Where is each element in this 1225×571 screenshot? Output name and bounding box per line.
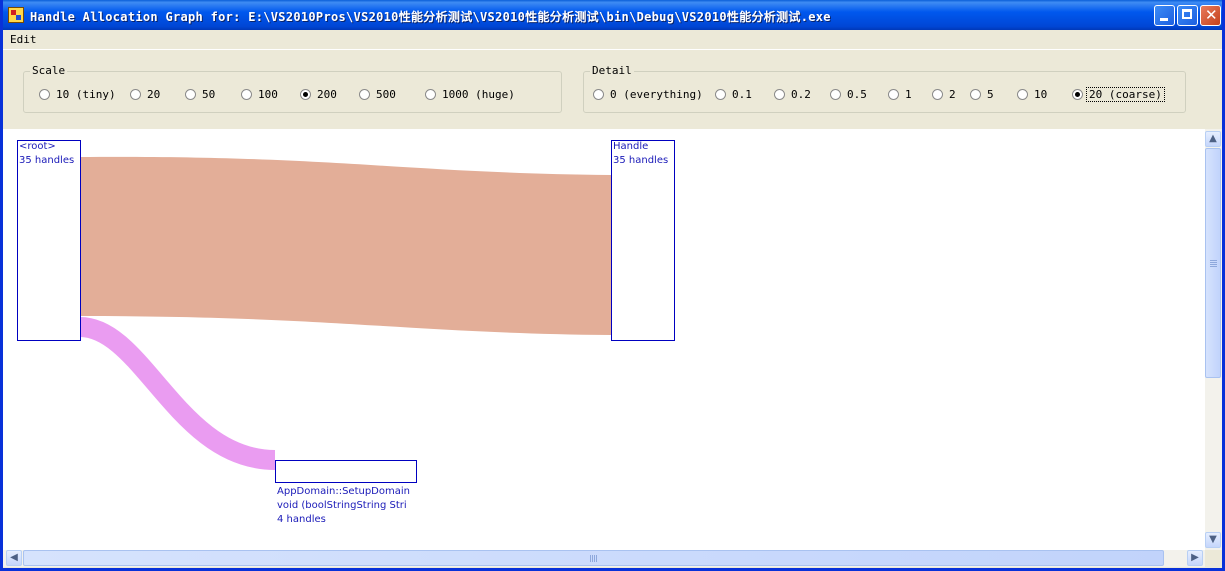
- radio-indicator: [359, 89, 370, 100]
- app-icon[interactable]: [8, 7, 24, 23]
- maximize-button[interactable]: [1177, 5, 1198, 26]
- grip-icon: [590, 555, 598, 562]
- maximize-icon: [1182, 9, 1192, 19]
- graph-canvas[interactable]: <root> 35 handles Handle 35 handles AppD…: [3, 129, 1205, 550]
- radio-indicator: [888, 89, 899, 100]
- radio-label: 20: [147, 88, 161, 101]
- radio-label: 10 (tiny): [56, 88, 116, 101]
- radio-indicator: [932, 89, 943, 100]
- radio-indicator: [130, 89, 141, 100]
- node-handle[interactable]: [611, 140, 675, 341]
- size-grip-icon[interactable]: [1205, 550, 1222, 567]
- minimize-icon: [1160, 18, 1168, 21]
- edge-root-to-handle[interactable]: [80, 156, 611, 335]
- radio-label: 20 (coarse): [1086, 87, 1165, 102]
- radio-label: 1000 (huge): [442, 88, 515, 101]
- radio-label: 0.1: [732, 88, 752, 101]
- radio-indicator: [425, 89, 436, 100]
- radio-indicator: [715, 89, 726, 100]
- radio-indicator: [185, 89, 196, 100]
- radio-indicator: [39, 89, 50, 100]
- graph-edges: [79, 156, 611, 470]
- scroll-up-arrow-icon[interactable]: ▲: [1205, 131, 1221, 147]
- radio-indicator: [830, 89, 841, 100]
- detail-legend: Detail: [590, 64, 634, 77]
- vertical-scrollbar[interactable]: ▲ ▼: [1205, 129, 1222, 550]
- edge-root-to-appdomain[interactable]: [79, 317, 276, 470]
- scale-legend: Scale: [30, 64, 68, 77]
- radio-label: 0.2: [791, 88, 811, 101]
- horizontal-scrollbar[interactable]: ◀ ▶: [3, 550, 1205, 567]
- radio-label: 5: [987, 88, 994, 101]
- radio-indicator: [593, 89, 604, 100]
- close-icon: ✕: [1205, 6, 1218, 24]
- radio-indicator-selected: [1072, 89, 1083, 100]
- radio-label: 2: [949, 88, 956, 101]
- radio-indicator: [970, 89, 981, 100]
- radio-indicator: [774, 89, 785, 100]
- window-title: Handle Allocation Graph for: E:\VS2010Pr…: [30, 10, 831, 24]
- menu-edit[interactable]: Edit: [10, 33, 37, 46]
- minimize-button[interactable]: [1154, 5, 1175, 26]
- radio-indicator: [241, 89, 252, 100]
- node-root-label: <root> 35 handles: [19, 141, 75, 166]
- radio-label: 200: [317, 88, 337, 101]
- scroll-left-arrow-icon[interactable]: ◀: [6, 550, 22, 566]
- radio-label: 100: [258, 88, 278, 101]
- title-bar[interactable]: Handle Allocation Graph for: E:\VS2010Pr…: [3, 0, 1222, 30]
- close-button[interactable]: ✕: [1200, 5, 1221, 26]
- radio-label: 0.5: [847, 88, 867, 101]
- radio-indicator-selected: [300, 89, 311, 100]
- scroll-right-arrow-icon[interactable]: ▶: [1187, 550, 1203, 566]
- scale-group: Scale 10 (tiny) 20 50 100 200 500 1000 (…: [23, 64, 562, 113]
- radio-label: 10: [1034, 88, 1048, 101]
- radio-label: 0 (everything): [610, 88, 703, 101]
- grip-icon: [1210, 259, 1217, 267]
- node-root[interactable]: [17, 140, 81, 341]
- vertical-scroll-thumb[interactable]: [1205, 148, 1221, 378]
- application-window: Handle Allocation Graph for: E:\VS2010Pr…: [0, 0, 1225, 571]
- radio-indicator: [1017, 89, 1028, 100]
- detail-group: Detail 0 (everything) 0.1 0.2 0.5 1 2 5 …: [583, 64, 1186, 113]
- options-panel: Scale 10 (tiny) 20 50 100 200 500 1000 (…: [3, 50, 1222, 129]
- node-appdomain-setupdomain[interactable]: [275, 460, 417, 483]
- radio-label: 50: [202, 88, 216, 101]
- node-handle-label: Handle 35 handles: [613, 141, 669, 166]
- menu-bar: Edit: [3, 30, 1222, 49]
- scroll-down-arrow-icon[interactable]: ▼: [1205, 532, 1221, 548]
- radio-label: 500: [376, 88, 396, 101]
- node-appdomain-label: AppDomain::SetupDomain void (boolStringS…: [277, 486, 410, 525]
- radio-label: 1: [905, 88, 912, 101]
- horizontal-scroll-thumb[interactable]: [23, 550, 1164, 566]
